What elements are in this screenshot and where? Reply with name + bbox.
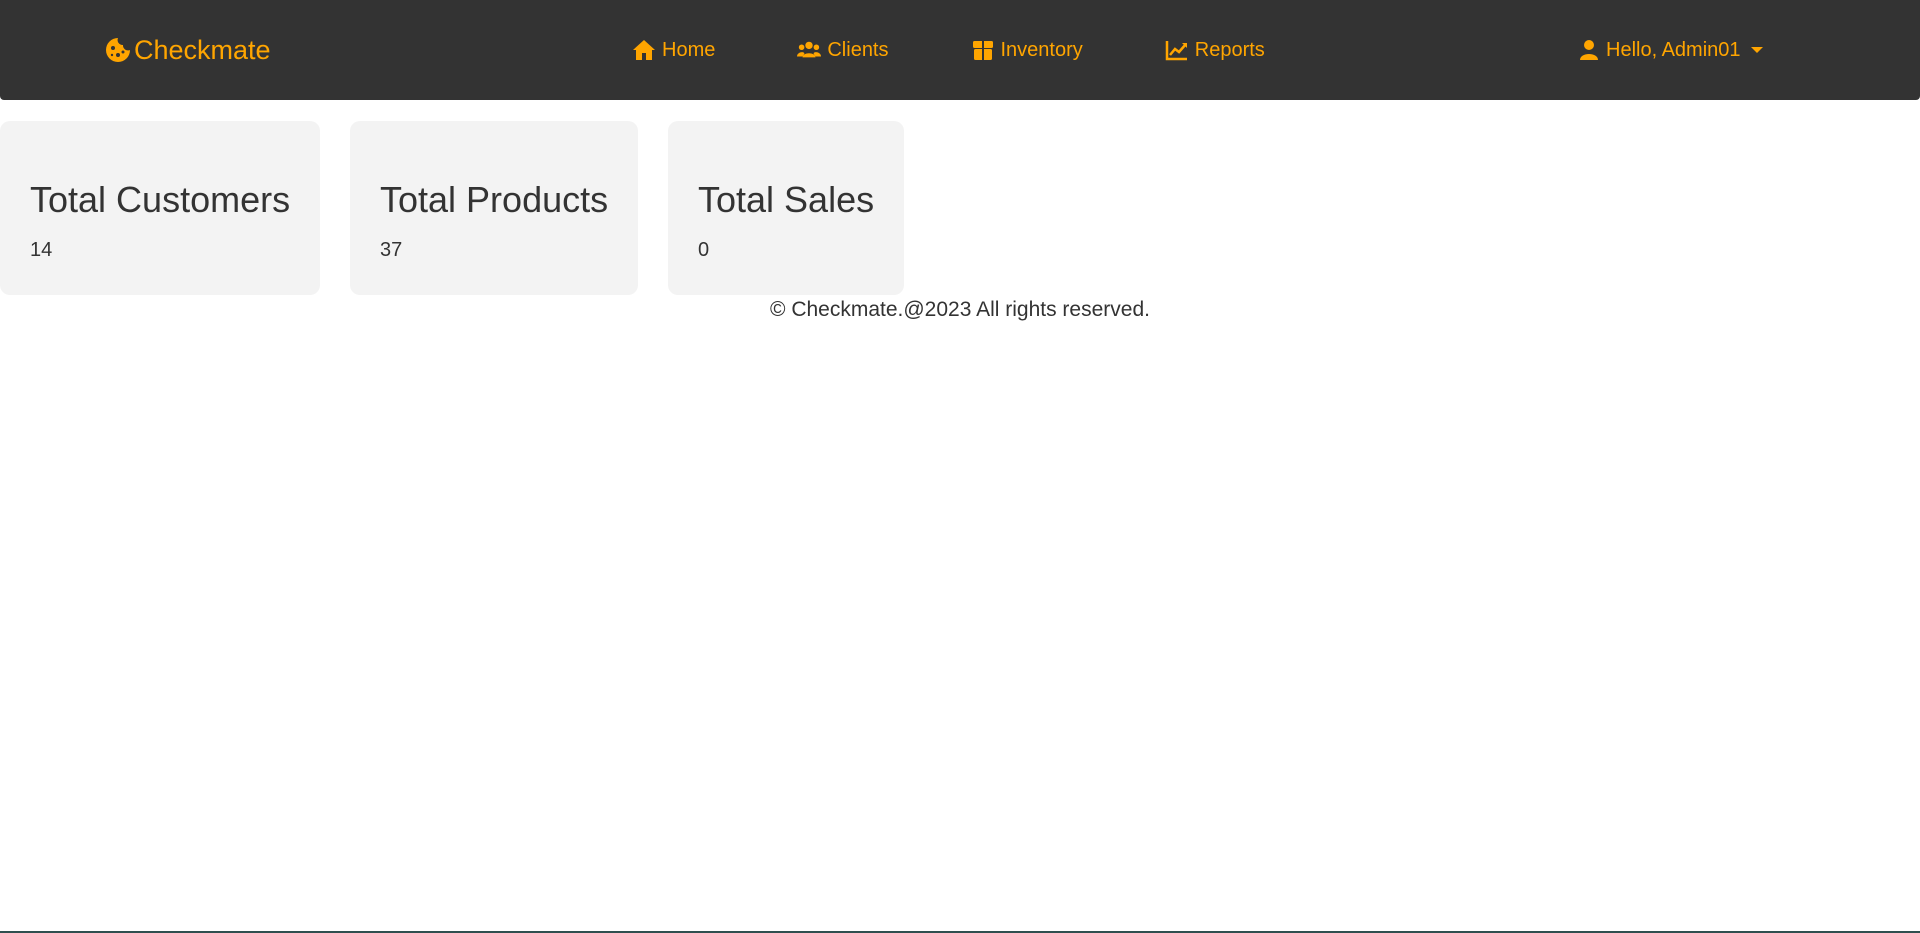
nav-item-label: Clients: [827, 38, 889, 61]
nav-item-reports[interactable]: Reports: [1165, 39, 1265, 62]
main-nav: Home Clients Inventory Reports: [632, 30, 1265, 70]
nav-item-clients[interactable]: Clients: [797, 38, 889, 62]
box-icon: [972, 41, 993, 60]
stat-card-customers: Total Customers 14: [0, 121, 320, 295]
stat-value: 14: [30, 239, 53, 261]
stat-value: 0: [698, 239, 710, 261]
nav-item-label: Home: [662, 38, 716, 61]
stat-title: Total Customers: [30, 179, 291, 220]
cookie-icon: [106, 38, 130, 62]
users-icon: [797, 41, 822, 58]
stat-title: Total Products: [380, 179, 609, 220]
stat-value: 37: [380, 239, 403, 261]
nav-item-label: Inventory: [1000, 38, 1083, 61]
stat-title: Total Sales: [698, 179, 875, 220]
stat-card-sales: Total Sales 0: [668, 121, 904, 295]
nav-item-home[interactable]: Home: [632, 39, 715, 62]
caret-down-icon: [1750, 47, 1763, 53]
stat-card-products: Total Products 37: [350, 121, 638, 295]
brand-name: Checkmate: [134, 34, 271, 65]
footer-copyright: © Checkmate.@2023 All rights reserved.: [770, 298, 1150, 321]
brand-link[interactable]: Checkmate: [104, 30, 271, 70]
user-menu[interactable]: Hello, Admin01: [1580, 30, 1763, 70]
nav-item-label: Reports: [1194, 38, 1265, 61]
user-icon: [1580, 40, 1598, 60]
home-icon: [633, 40, 655, 60]
user-greeting: Hello, Admin01: [1606, 38, 1741, 61]
navbar: Checkmate Home Clients Inventory Reports…: [0, 0, 1920, 100]
chart-line-icon: [1165, 41, 1187, 61]
nav-item-inventory[interactable]: Inventory: [971, 39, 1083, 62]
